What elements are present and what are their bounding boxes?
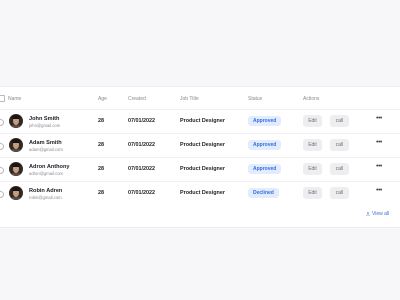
avatar [9, 114, 23, 128]
select-all-checkbox[interactable] [0, 95, 5, 102]
users-table: Name Age Created Job Title Status Action… [0, 86, 400, 228]
header-name[interactable]: Name [8, 96, 21, 102]
table-row[interactable]: Adam Smith adam@gmail.com 28 07/01/2022 … [0, 133, 400, 158]
header-status[interactable]: Status [248, 96, 262, 102]
user-email: john@gmail.com [29, 123, 61, 128]
user-age: 28 [98, 190, 104, 196]
header-created[interactable]: Created [128, 96, 146, 102]
table-row[interactable]: John Smith john@gmail.com 28 07/01/2022 … [0, 109, 400, 134]
user-name: John Smith [29, 116, 60, 122]
job-title: Product Designer [180, 166, 225, 172]
call-button[interactable]: call [330, 115, 349, 127]
user-name: Adron Anthony [29, 164, 70, 170]
user-email: adam@gmail.com [29, 147, 63, 152]
call-button[interactable]: call [330, 187, 349, 199]
user-email: adron@gmail.com [29, 171, 64, 176]
more-options-icon[interactable]: ••• [376, 187, 382, 194]
header-job-title[interactable]: Job Title [180, 96, 199, 102]
avatar [9, 186, 23, 200]
edit-button[interactable]: Edit [303, 139, 322, 151]
more-options-icon[interactable]: ••• [376, 139, 382, 146]
view-all-label: View all [372, 211, 390, 217]
table-row[interactable]: Robin Adren robin@gmail.com 28 07/01/202… [0, 181, 400, 206]
user-age: 28 [98, 118, 104, 124]
job-title: Product Designer [180, 142, 225, 148]
status-badge: Declined [248, 188, 279, 198]
avatar [9, 162, 23, 176]
user-name: Adam Smith [29, 140, 62, 146]
call-button[interactable]: call [330, 139, 349, 151]
created-date: 07/01/2022 [128, 190, 155, 196]
row-checkbox[interactable] [0, 119, 4, 126]
user-age: 28 [98, 166, 104, 172]
status-badge: Approved [248, 164, 282, 174]
row-checkbox[interactable] [0, 167, 4, 174]
row-checkbox[interactable] [0, 191, 4, 198]
user-age: 28 [98, 142, 104, 148]
table-header: Name Age Created Job Title Status Action… [0, 87, 400, 109]
status-badge: Approved [248, 140, 282, 150]
person-icon [366, 212, 370, 216]
user-name: Robin Adren [29, 188, 63, 194]
more-options-icon[interactable]: ••• [376, 163, 382, 170]
edit-button[interactable]: Edit [303, 163, 322, 175]
more-options-icon[interactable]: ••• [376, 115, 382, 122]
header-actions: Actions [303, 96, 320, 102]
created-date: 07/01/2022 [128, 166, 155, 172]
created-date: 07/01/2022 [128, 118, 155, 124]
avatar [9, 138, 23, 152]
view-all-link[interactable]: View all [366, 211, 389, 217]
edit-button[interactable]: Edit [303, 187, 322, 199]
edit-button[interactable]: Edit [303, 115, 322, 127]
row-checkbox[interactable] [0, 143, 4, 150]
header-age[interactable]: Age [98, 96, 107, 102]
call-button[interactable]: call [330, 163, 349, 175]
user-email: robin@gmail.com [29, 195, 62, 200]
status-badge: Approved [248, 116, 282, 126]
job-title: Product Designer [180, 118, 225, 124]
created-date: 07/01/2022 [128, 142, 155, 148]
job-title: Product Designer [180, 190, 225, 196]
table-row[interactable]: Adron Anthony adron@gmail.com 28 07/01/2… [0, 157, 400, 182]
